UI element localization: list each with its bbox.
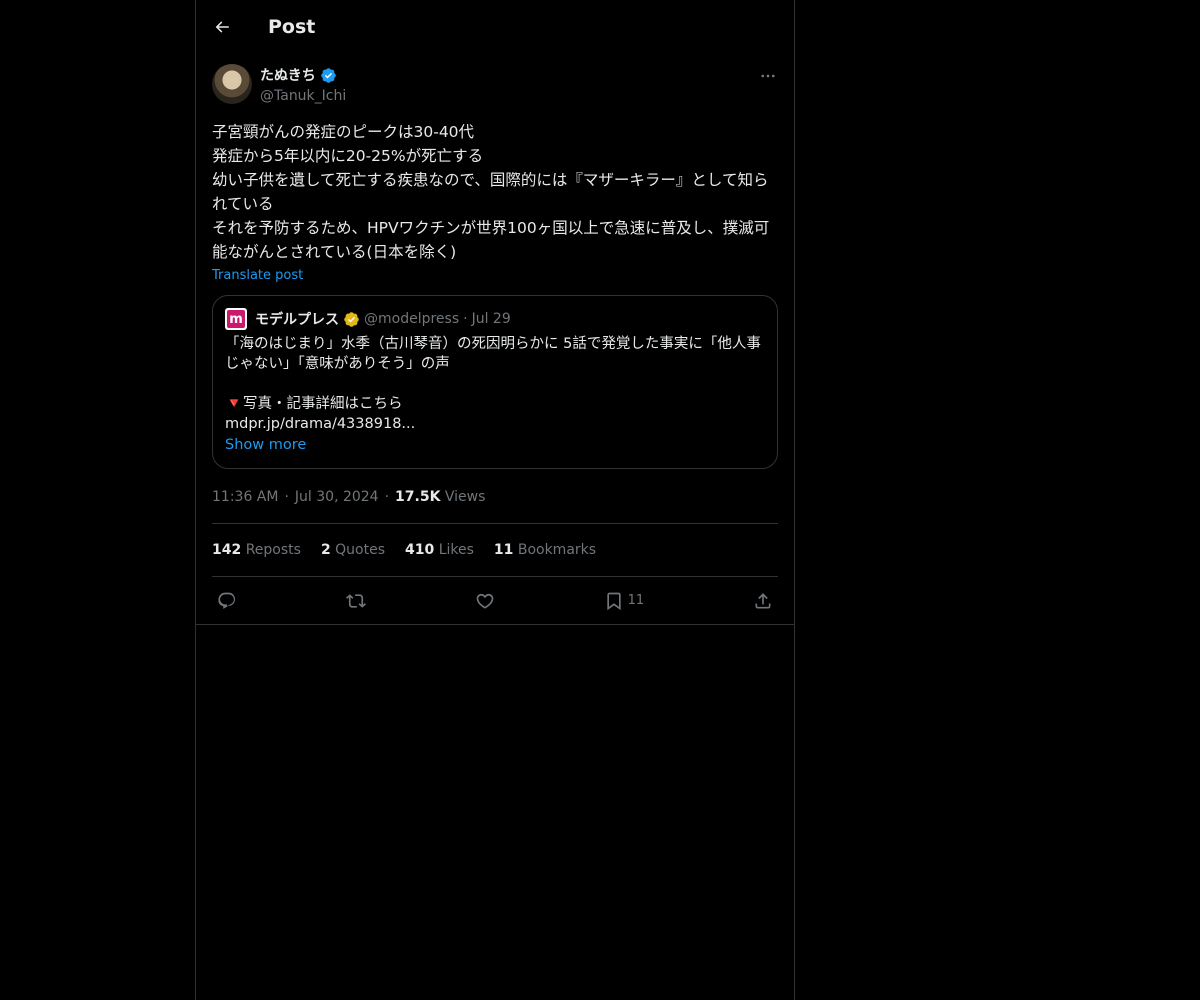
post-date[interactable]: Jul 30, 2024 <box>295 489 379 505</box>
share-icon <box>755 592 771 608</box>
quotes-stat[interactable]: 2 Quotes <box>321 542 385 558</box>
page-title: Post <box>268 16 316 38</box>
bookmark-icon <box>606 592 621 610</box>
quote-author-name: モデルプレス <box>255 312 339 328</box>
divider <box>196 624 794 625</box>
bookmark-count: 11 <box>627 593 645 608</box>
quote-avatar: m <box>225 308 247 330</box>
meta-separator: · <box>284 489 289 505</box>
back-button[interactable] <box>212 17 232 37</box>
bookmarks-stat[interactable]: 11 Bookmarks <box>494 542 596 558</box>
more-options-button[interactable] <box>758 66 778 86</box>
author-row: たぬきち @Tanuk_Ichi <box>196 64 794 120</box>
like-button[interactable] <box>475 591 495 611</box>
back-arrow-icon <box>215 21 229 33</box>
author-handle[interactable]: @Tanuk_Ichi <box>260 88 346 104</box>
author-name[interactable]: たぬきち <box>260 65 316 85</box>
engagement-stats: 142 Reposts 2 Quotes 410 Likes 11 Bookma… <box>196 524 794 576</box>
likes-stat[interactable]: 410 Likes <box>405 542 474 558</box>
meta-separator: · <box>384 489 390 505</box>
quote-header: m モデルプレス @modelpress · Jul 29 <box>225 308 765 330</box>
quote-text: 「海のはじまり」水季（古川琴音）の死因明らかに 5話で発覚した事実に「他人事じゃ… <box>225 336 761 432</box>
page-header: Post <box>196 0 794 54</box>
share-button[interactable] <box>753 591 773 611</box>
more-icon <box>761 74 775 78</box>
repost-icon <box>345 593 366 608</box>
like-icon <box>476 593 494 609</box>
translate-post-link[interactable]: Translate post <box>212 268 303 283</box>
verified-gold-badge-icon <box>344 311 359 327</box>
avatar[interactable] <box>212 64 252 104</box>
views-label: Views <box>444 489 486 505</box>
show-more-link[interactable]: Show more <box>225 437 306 453</box>
reply-icon <box>218 592 236 609</box>
action-bar: 11 <box>212 576 778 624</box>
post-column: Post たぬきち @Tanuk_Ichi 子宮頸がんの発症のピークは30-40… <box>195 0 795 1000</box>
quote-date: Jul 29 <box>471 311 511 327</box>
views-count: 17.5K <box>395 489 441 505</box>
modelpress-logo-icon: m <box>227 310 245 328</box>
verified-badge-icon[interactable] <box>320 67 337 84</box>
reposts-stat[interactable]: 142 Reposts <box>212 542 301 558</box>
post-meta: 11:36 AM · Jul 30, 2024 · 17.5K Views <box>196 487 794 507</box>
reply-button[interactable] <box>217 591 237 611</box>
post-time[interactable]: 11:36 AM <box>212 489 278 505</box>
author-info: たぬきち @Tanuk_Ichi <box>260 65 346 104</box>
repost-button[interactable] <box>345 591 366 611</box>
post-body: 子宮頸がんの発症のピークは30-40代 発症から5年以内に20-25%が死亡する… <box>196 120 794 283</box>
quote-separator: · <box>463 311 468 327</box>
bookmark-button[interactable]: 11 <box>604 591 645 611</box>
quoted-post-card[interactable]: m モデルプレス @modelpress · Jul 29 「海のはじまり」水季… <box>212 295 778 469</box>
quote-author-handle: @modelpress <box>364 311 460 327</box>
post-text: 子宮頸がんの発症のピークは30-40代 発症から5年以内に20-25%が死亡する… <box>212 123 770 261</box>
